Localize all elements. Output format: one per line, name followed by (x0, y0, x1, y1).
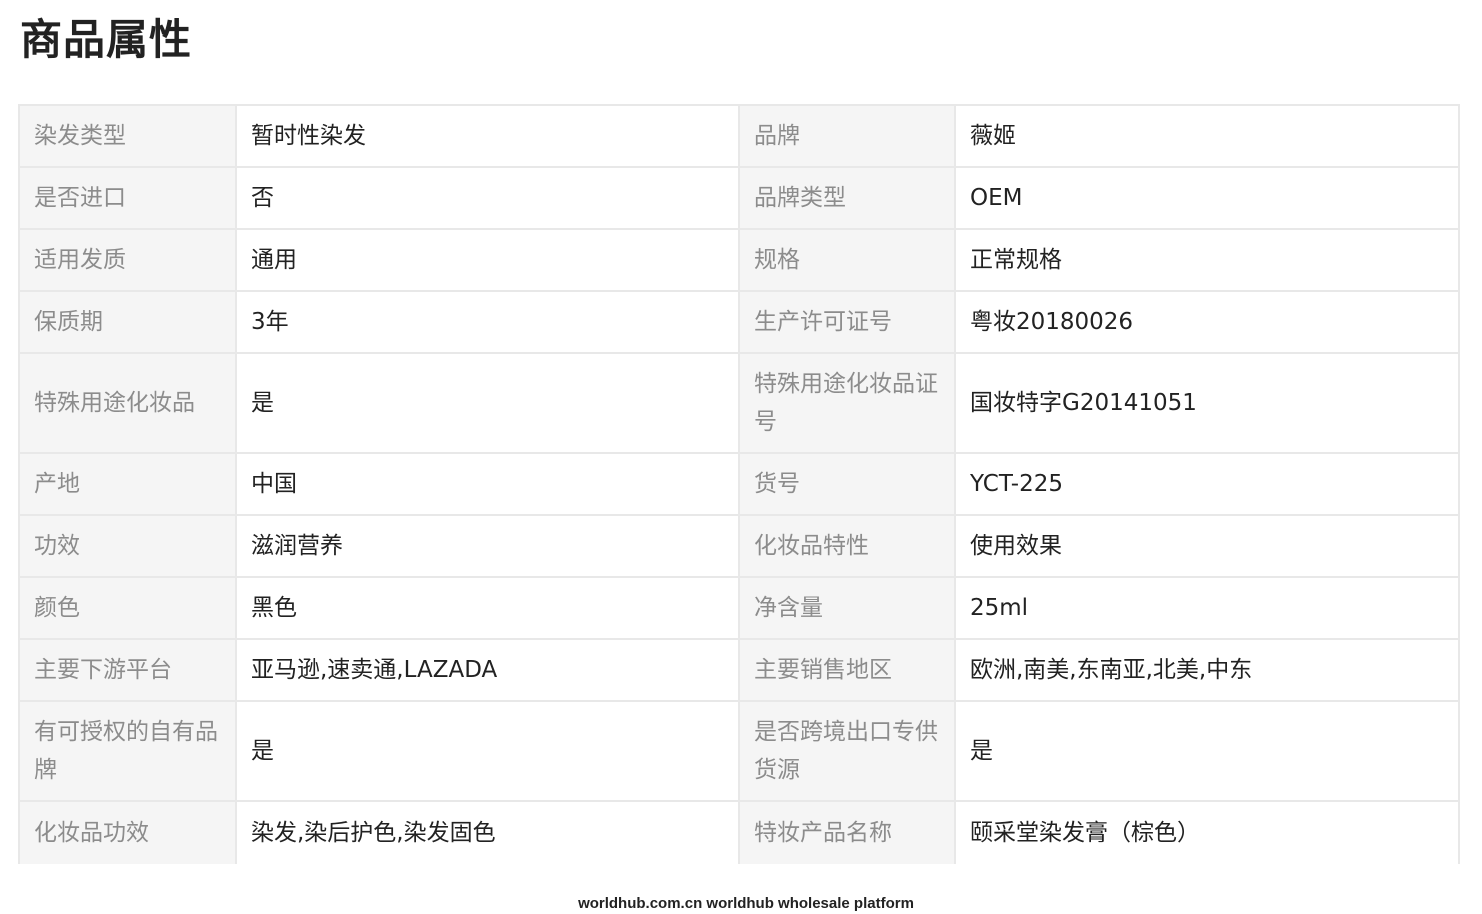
attribute-value: 亚马逊,速卖通,LAZADA (235, 638, 740, 702)
attribute-label: 功效 (18, 514, 237, 578)
table-row: 染发类型 暂时性染发 品牌 薇姬 (18, 104, 1460, 168)
product-attributes-page: 商品属性 染发类型 暂时性染发 品牌 薇姬 是否进口 否 品牌类型 OEM 适用… (0, 0, 1482, 914)
attribute-value: 3年 (235, 290, 740, 354)
attribute-value: 中国 (235, 452, 740, 516)
attribute-value: YCT-225 (954, 452, 1460, 516)
attribute-value: 染发,染后护色,染发固色 (235, 800, 740, 864)
attribute-value: 正常规格 (954, 228, 1460, 292)
attribute-value: 颐采堂染发膏（棕色） (954, 800, 1460, 864)
attribute-value: 国妆特字G20141051 (954, 352, 1460, 454)
attribute-label: 特殊用途化妆品证号 (738, 352, 956, 454)
attribute-value: 黑色 (235, 576, 740, 640)
attribute-label: 主要下游平台 (18, 638, 237, 702)
table-row: 保质期 3年 生产许可证号 粤妆20180026 (18, 290, 1460, 354)
attribute-value: 否 (235, 166, 740, 230)
attribute-label: 颜色 (18, 576, 237, 640)
attribute-label: 特殊用途化妆品 (18, 352, 237, 454)
table-row: 功效 滋润营养 化妆品特性 使用效果 (18, 514, 1460, 578)
attribute-label: 产地 (18, 452, 237, 516)
attribute-label: 保质期 (18, 290, 237, 354)
attribute-value: 欧洲,南美,东南亚,北美,中东 (954, 638, 1460, 702)
table-row: 颜色 黑色 净含量 25ml (18, 576, 1460, 640)
attribute-value: OEM (954, 166, 1460, 230)
attribute-label: 生产许可证号 (738, 290, 956, 354)
attribute-label: 染发类型 (18, 104, 237, 168)
attribute-label: 是否跨境出口专供货源 (738, 700, 956, 802)
attribute-value: 是 (235, 700, 740, 802)
attribute-label: 是否进口 (18, 166, 237, 230)
attribute-label: 特妆产品名称 (738, 800, 956, 864)
attribute-label: 化妆品特性 (738, 514, 956, 578)
table-row: 适用发质 通用 规格 正常规格 (18, 228, 1460, 292)
attribute-label: 规格 (738, 228, 956, 292)
attribute-value: 是 (954, 700, 1460, 802)
watermark-footer: worldhub.com.cn worldhub wholesale platf… (578, 895, 914, 912)
table-row: 主要下游平台 亚马逊,速卖通,LAZADA 主要销售地区 欧洲,南美,东南亚,北… (18, 638, 1460, 702)
attribute-label: 净含量 (738, 576, 956, 640)
attribute-label: 主要销售地区 (738, 638, 956, 702)
attributes-table: 染发类型 暂时性染发 品牌 薇姬 是否进口 否 品牌类型 OEM 适用发质 通用… (18, 104, 1460, 864)
table-row: 特殊用途化妆品 是 特殊用途化妆品证号 国妆特字G20141051 (18, 352, 1460, 454)
attribute-label: 品牌 (738, 104, 956, 168)
attribute-value: 粤妆20180026 (954, 290, 1460, 354)
table-row: 是否进口 否 品牌类型 OEM (18, 166, 1460, 230)
attribute-value: 滋润营养 (235, 514, 740, 578)
attribute-value: 通用 (235, 228, 740, 292)
attribute-value: 25ml (954, 576, 1460, 640)
attribute-label: 化妆品功效 (18, 800, 237, 864)
attribute-value: 是 (235, 352, 740, 454)
attribute-value: 暂时性染发 (235, 104, 740, 168)
attribute-value: 薇姬 (954, 104, 1460, 168)
attribute-value: 使用效果 (954, 514, 1460, 578)
attribute-label: 货号 (738, 452, 956, 516)
table-row: 化妆品功效 染发,染后护色,染发固色 特妆产品名称 颐采堂染发膏（棕色） (18, 800, 1460, 864)
table-row: 产地 中国 货号 YCT-225 (18, 452, 1460, 516)
table-row: 有可授权的自有品牌 是 是否跨境出口专供货源 是 (18, 700, 1460, 802)
attribute-label: 有可授权的自有品牌 (18, 700, 237, 802)
attribute-label: 品牌类型 (738, 166, 956, 230)
attribute-label: 适用发质 (18, 228, 237, 292)
page-title: 商品属性 (20, 15, 193, 64)
